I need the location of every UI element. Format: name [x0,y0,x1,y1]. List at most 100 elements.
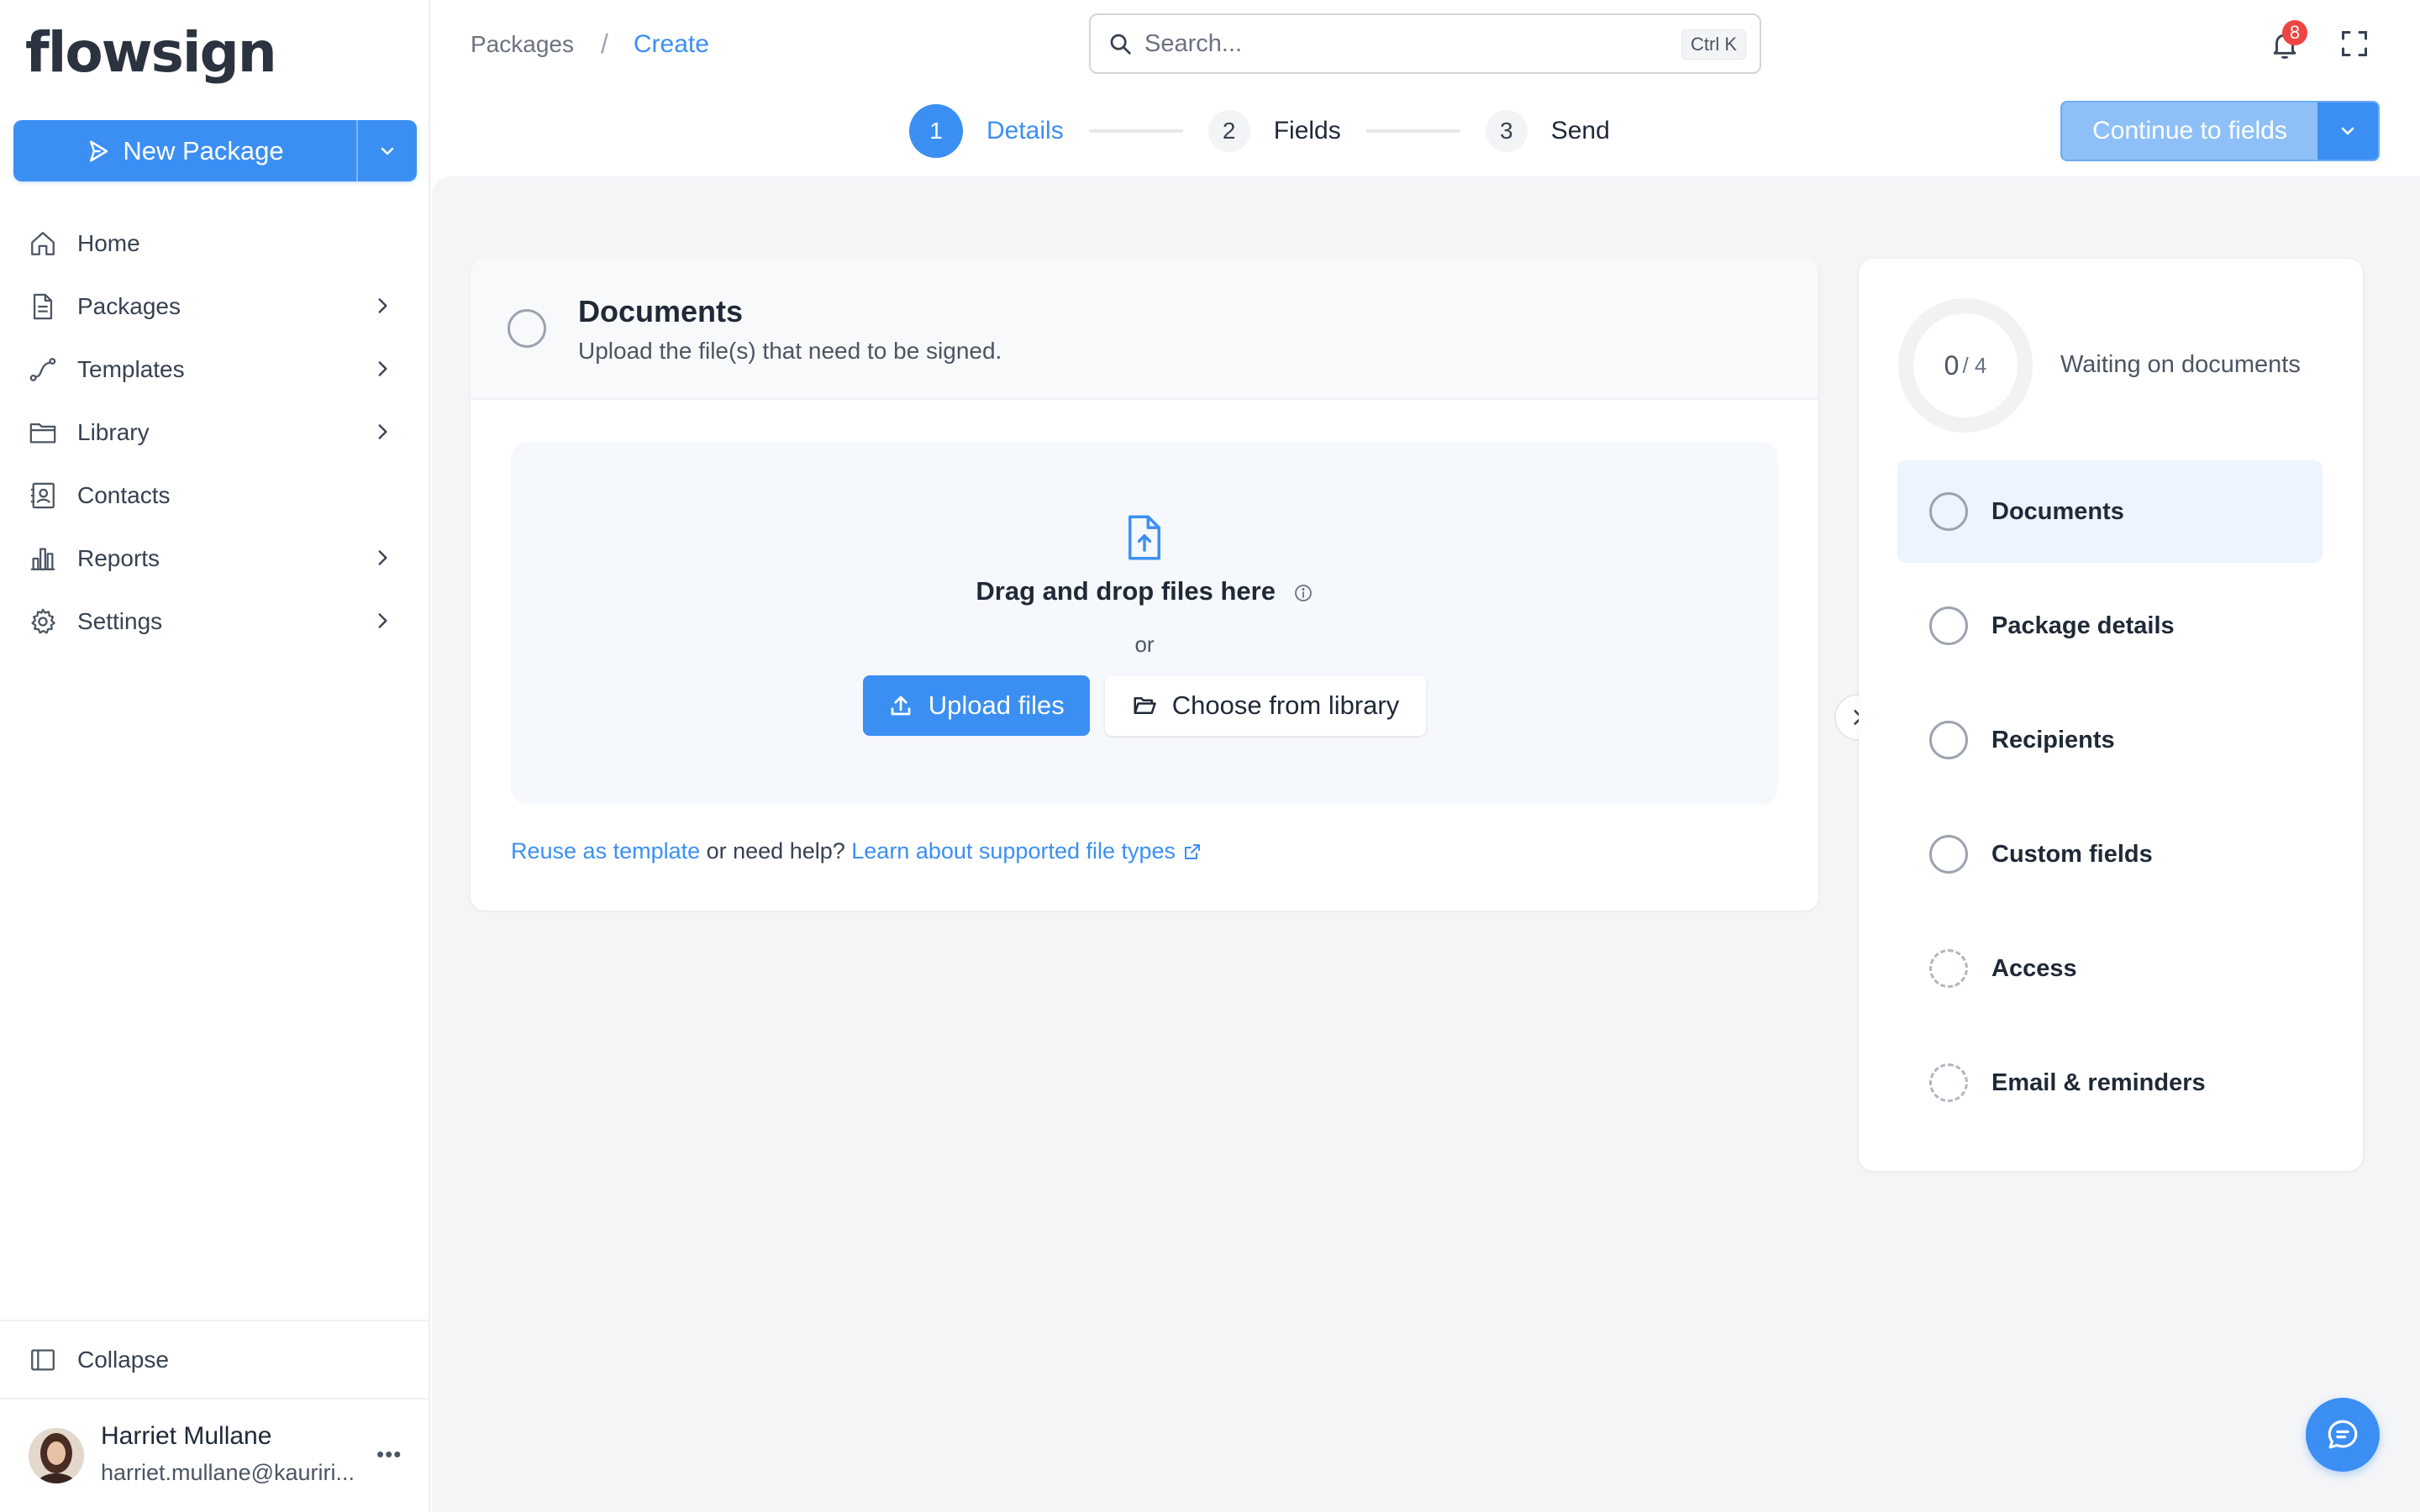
step-connector [1365,129,1460,133]
breadcrumb-packages[interactable]: Packages [471,31,574,58]
info-icon[interactable] [1293,583,1313,603]
breadcrumb-separator: / [600,29,608,59]
checklist-item-email-reminders[interactable]: Email & reminders [1897,1032,2323,1134]
sidebar-item-contacts[interactable]: Contacts [0,464,430,527]
progress-panel: 0 / 4 Waiting on documents Documents Pac… [1859,259,2363,1171]
sidebar-item-library[interactable]: Library [0,401,430,464]
checklist-item-access[interactable]: Access [1897,917,2323,1020]
bar-chart-icon [30,548,55,570]
progress-status: Waiting on documents [2060,351,2301,378]
fullscreen-icon [2342,31,2367,56]
route-icon [29,357,56,381]
status-circle [1929,835,1968,874]
supported-file-types-link[interactable]: Learn about supported file types [851,838,1176,864]
checklist-label: Recipients [1991,726,2115,753]
chevron-down-icon [381,147,394,155]
help-row: Reuse as template or need help? Learn ab… [511,838,1202,864]
notification-badge: 8 [2282,20,2307,45]
upload-files-button[interactable]: Upload files [862,675,1090,736]
sidebar-nav: Home Packages Templates Library Contacts… [0,212,430,653]
new-package-button[interactable]: New Package [13,120,417,181]
sidebar-item-label: Templates [77,355,185,382]
step-3-number[interactable]: 3 [1485,110,1528,152]
external-link-icon[interactable] [1182,842,1202,862]
step-2-number[interactable]: 2 [1207,110,1250,152]
dropzone-title: Drag and drop files here [976,576,1276,606]
sidebar-item-packages[interactable]: Packages [0,275,430,338]
sidebar-item-reports[interactable]: Reports [0,527,430,590]
sidebar-item-label: Settings [77,607,163,634]
sidebar-panel-icon [31,1349,55,1370]
step-3-label[interactable]: Send [1551,117,1610,145]
chevron-right-icon [378,298,387,313]
step-1-number[interactable]: 1 [909,104,963,158]
status-circle [1929,721,1968,759]
sidebar-item-settings[interactable]: Settings [0,590,430,653]
breadcrumb: Packages / Create [471,29,709,60]
chevron-right-icon [378,361,387,376]
contacts-icon [30,482,55,508]
optional-status-circle [1929,1063,1968,1102]
logo-text: flowsign [25,19,277,85]
dropzone-actions: Upload files Choose from library [511,675,1778,736]
new-package-main[interactable]: New Package [13,120,356,181]
documents-title: Documents [578,294,744,328]
home-icon [31,231,55,255]
search-icon [1110,34,1131,55]
collapse-sidebar-button[interactable]: Collapse [0,1320,430,1399]
send-icon [90,140,108,161]
sidebar-item-label: Library [77,418,150,445]
search-box[interactable]: Ctrl K [1089,13,1761,74]
folder-open-icon [1134,697,1156,714]
chat-button[interactable] [2306,1398,2380,1472]
continue-main[interactable]: Continue to fields [2062,102,2317,160]
progress-count: 0 / 4 [1897,297,2033,433]
choose-from-library-label: Choose from library [1171,690,1400,720]
documents-status-circle [508,309,546,348]
reuse-as-template-link[interactable]: Reuse as template [511,838,700,864]
documents-subtitle: Upload the file(s) that need to be signe… [578,338,1002,364]
optional-status-circle [1929,949,1968,988]
checklist-item-documents[interactable]: Documents [1897,460,2323,563]
user-profile[interactable]: Harriet Mullane harriet.mullane@kauriri.… [0,1401,430,1512]
continue-dropdown-button[interactable] [2317,102,2378,160]
chevron-right-icon [378,613,387,628]
new-package-dropdown-button[interactable] [356,120,417,181]
sidebar-item-home[interactable]: Home [0,212,430,275]
upload-icon [891,696,911,716]
file-upload-icon [1128,515,1160,560]
dropzone-or: or [1134,632,1155,657]
avatar[interactable] [29,1428,84,1483]
user-name: Harriet Mullane [101,1422,272,1450]
breadcrumb-create: Create [633,29,709,58]
checklist-item-custom-fields[interactable]: Custom fields [1897,803,2323,906]
choose-from-library-button[interactable]: Choose from library [1104,675,1427,736]
checklist-label: Package details [1991,612,2175,639]
step-1-label[interactable]: Details [986,117,1064,145]
file-dropzone[interactable]: Drag and drop files here or Upload files… [511,442,1778,805]
continue-to-fields-button[interactable]: Continue to fields [2060,101,2380,161]
flowsign-logo[interactable]: flowsign [25,18,277,86]
sidebar-item-templates[interactable]: Templates [0,338,430,401]
search-input[interactable] [1144,29,1649,58]
gear-icon [31,608,55,633]
checklist-item-package-details[interactable]: Package details [1897,575,2323,677]
sidebar: flowsign New Package Home Packages Templ… [0,0,430,1512]
step-2-label[interactable]: Fields [1274,117,1341,145]
help-text: or need help? [700,838,852,864]
status-circle [1929,606,1968,645]
chevron-right-icon [378,424,387,439]
documents-card-header[interactable]: Documents Upload the file(s) that need t… [471,259,1818,400]
sidebar-item-label: Reports [77,544,160,571]
step-connector [1088,129,1183,133]
chevron-down-icon [2341,127,2354,135]
folder-icon [29,423,56,443]
documents-card: Documents Upload the file(s) that need t… [471,259,1818,911]
document-icon [33,293,53,319]
checklist-item-recipients[interactable]: Recipients [1897,689,2323,791]
fullscreen-button[interactable] [2339,29,2370,59]
progress-total: / 4 [1962,352,1987,378]
checklist-label: Documents [1991,497,2124,525]
user-more-button[interactable]: ••• [376,1441,402,1467]
checklist-label: Custom fields [1991,840,2153,868]
